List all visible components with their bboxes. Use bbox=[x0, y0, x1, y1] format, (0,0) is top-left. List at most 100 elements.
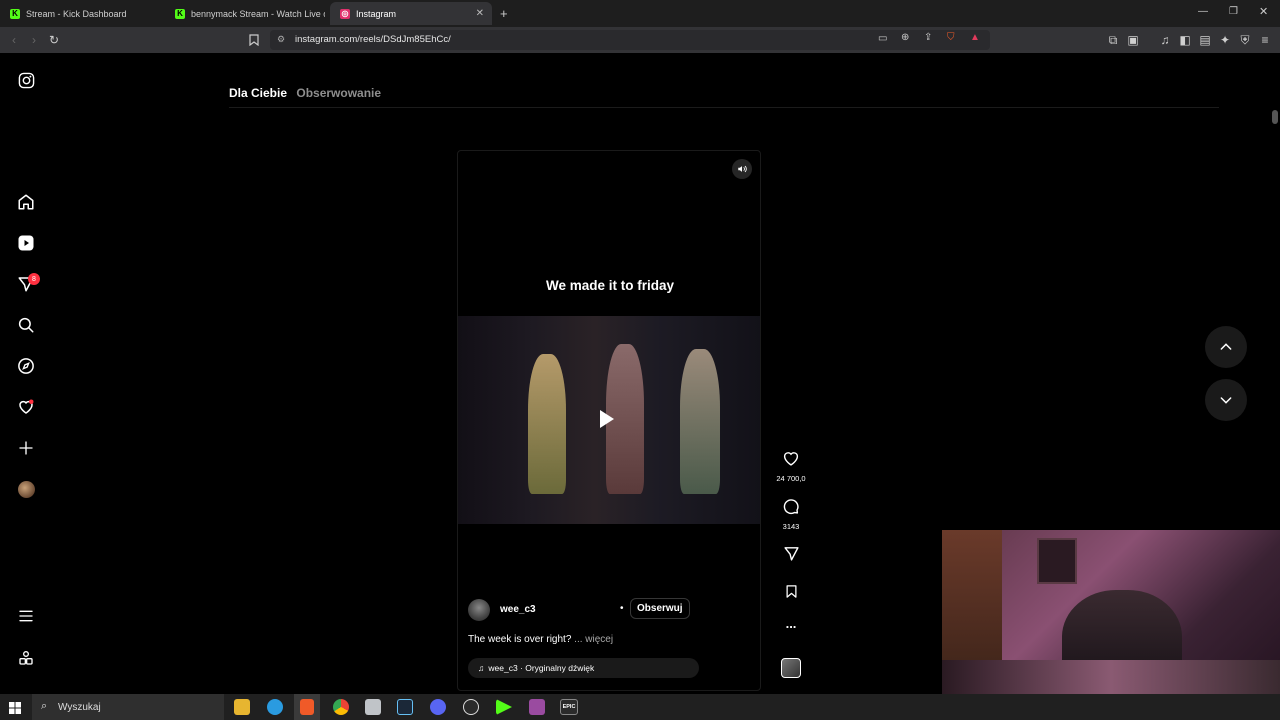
bookmark-save-icon[interactable] bbox=[784, 583, 799, 600]
audio-thumbnail[interactable] bbox=[779, 658, 803, 678]
tab-title: Stream - Kick Dashboard bbox=[26, 8, 127, 19]
notifications-heart-icon[interactable] bbox=[16, 397, 36, 417]
zoom-icon[interactable]: ⊕ bbox=[901, 32, 909, 43]
search-icon: ⌕ bbox=[41, 700, 48, 712]
tab-instagram[interactable]: ◎ Instagram ✕ bbox=[330, 2, 492, 25]
explore-icon[interactable] bbox=[16, 356, 36, 376]
brave-icon bbox=[300, 699, 314, 715]
share-icon[interactable]: ⇪ bbox=[924, 32, 932, 43]
next-reel-button[interactable] bbox=[1205, 379, 1247, 421]
scrollbar[interactable] bbox=[1272, 110, 1278, 124]
brave-rewards-icon[interactable]: ▲ bbox=[970, 32, 980, 43]
minimize-icon[interactable]: — bbox=[1198, 6, 1208, 17]
chevron-up-icon bbox=[1220, 343, 1232, 350]
back-icon[interactable]: ‹ bbox=[6, 32, 22, 48]
volume-icon[interactable] bbox=[732, 159, 752, 179]
reload-icon[interactable]: ↻ bbox=[46, 32, 62, 48]
brave-shield-icon[interactable]: ⛉ bbox=[947, 32, 955, 43]
like-action[interactable]: 24 700,0 bbox=[776, 450, 806, 483]
save-action[interactable] bbox=[779, 583, 803, 605]
reel-description: The week is over right? ... więcej bbox=[468, 634, 613, 645]
windows-start-icon[interactable] bbox=[9, 701, 21, 714]
performer-figure bbox=[528, 354, 566, 494]
url-text[interactable]: instagram.com/reels/DSdJm85EhCc/ bbox=[295, 34, 451, 45]
brave-taskbar-active[interactable] bbox=[294, 694, 320, 720]
author-username[interactable]: wee_c3 bbox=[500, 604, 536, 615]
play-icon[interactable] bbox=[600, 410, 614, 428]
new-tab-button[interactable]: + bbox=[500, 6, 508, 21]
search-icon[interactable] bbox=[16, 315, 36, 335]
performer-figure bbox=[680, 349, 720, 494]
bookmark-icon[interactable] bbox=[246, 32, 262, 48]
extensions-icon[interactable]: ⧉ bbox=[1105, 32, 1121, 48]
reels-icon[interactable] bbox=[16, 233, 36, 253]
close-window-icon[interactable]: ✕ bbox=[1259, 5, 1268, 18]
site-settings-icon[interactable]: ⚙ bbox=[277, 34, 285, 45]
leo-ai-icon[interactable]: ✦ bbox=[1217, 32, 1233, 48]
epic-games-icon[interactable]: EPIC bbox=[560, 699, 578, 715]
cast-icon[interactable]: ▭ bbox=[878, 33, 887, 44]
tab-title: bennymack Stream - Watch Live on K bbox=[191, 8, 325, 19]
comment-action[interactable]: 3143 bbox=[779, 498, 803, 531]
chrome-icon[interactable] bbox=[333, 699, 349, 715]
previous-reel-button[interactable] bbox=[1205, 326, 1247, 368]
heart-icon[interactable] bbox=[782, 450, 800, 467]
browser-toolbar: ‹ › ↻ ⚙ instagram.com/reels/DSdJm85EhCc/… bbox=[0, 27, 1280, 53]
comment-count: 3143 bbox=[782, 522, 800, 531]
browser-tab-bar: K Stream - Kick Dashboard K bennymack St… bbox=[0, 0, 1280, 27]
taskbar-search[interactable]: ⌕ Wyszukaj bbox=[32, 694, 224, 720]
send-icon[interactable] bbox=[783, 545, 800, 562]
screenshot-icon[interactable]: ▣ bbox=[1125, 32, 1141, 48]
notifications-badge: 8 bbox=[28, 273, 40, 285]
wallet-icon[interactable]: ▤ bbox=[1197, 32, 1213, 48]
kick-favicon-icon: K bbox=[175, 8, 185, 19]
tab-for-you[interactable]: Dla Ciebie bbox=[229, 86, 287, 100]
home-icon[interactable] bbox=[16, 192, 36, 212]
reel-video[interactable] bbox=[458, 316, 760, 524]
cam-frame bbox=[1037, 538, 1077, 584]
reel-author-row: wee_c3 • Obserwuj bbox=[468, 598, 748, 621]
media-icon[interactable]: ♫ bbox=[1157, 32, 1173, 48]
forward-icon[interactable]: › bbox=[26, 32, 42, 48]
reel-overlay-text: We made it to friday bbox=[545, 278, 675, 293]
like-count: 24 700,0 bbox=[776, 474, 806, 483]
windows-taskbar: ⌕ Wyszukaj EPIC bbox=[0, 694, 1280, 720]
discord-icon[interactable] bbox=[430, 699, 446, 715]
webcam-overlay bbox=[942, 530, 1280, 694]
author-avatar[interactable] bbox=[468, 599, 490, 621]
cam-desk bbox=[942, 660, 1280, 694]
profile-avatar[interactable] bbox=[16, 479, 36, 499]
app-icon[interactable] bbox=[365, 699, 381, 715]
obs-icon[interactable] bbox=[463, 699, 479, 715]
reel-player[interactable]: We made it to friday wee_c3 • Obserwuj T… bbox=[457, 150, 761, 691]
app-icon[interactable] bbox=[529, 699, 545, 715]
description-text: The week is over right? bbox=[468, 634, 572, 645]
sidebar-icon[interactable]: ◧ bbox=[1177, 32, 1193, 48]
kick-app-icon[interactable] bbox=[496, 699, 512, 715]
more-link[interactable]: ... więcej bbox=[571, 634, 613, 645]
divider bbox=[229, 107, 1219, 108]
create-icon[interactable] bbox=[16, 438, 36, 458]
also-from-meta-icon[interactable] bbox=[16, 648, 36, 668]
restore-icon[interactable]: ❐ bbox=[1229, 6, 1238, 17]
more-menu-icon[interactable] bbox=[16, 606, 36, 626]
menu-icon[interactable]: ≡ bbox=[1257, 32, 1273, 48]
edge-icon[interactable] bbox=[267, 699, 283, 715]
tab-kick-dashboard[interactable]: K Stream - Kick Dashboard bbox=[0, 2, 165, 25]
steam-icon[interactable] bbox=[397, 699, 413, 715]
feed-tabs: Dla Ciebie Obserwowanie bbox=[229, 86, 387, 100]
vpn-icon[interactable]: ⛨ bbox=[1237, 32, 1253, 48]
tab-following[interactable]: Obserwowanie bbox=[296, 86, 381, 100]
audio-cover-icon bbox=[781, 658, 801, 678]
share-action[interactable] bbox=[779, 545, 803, 567]
follow-button[interactable]: Obserwuj bbox=[630, 598, 690, 619]
close-tab-icon[interactable]: ✕ bbox=[476, 8, 484, 19]
music-note-icon: ♫ bbox=[478, 663, 485, 673]
address-bar[interactable]: ⚙ instagram.com/reels/DSdJm85EhCc/ ▭ ⊕ ⇪… bbox=[270, 30, 990, 50]
comment-icon[interactable] bbox=[782, 498, 800, 515]
tab-bennymack-stream[interactable]: K bennymack Stream - Watch Live on K bbox=[165, 2, 325, 25]
file-explorer-icon[interactable] bbox=[234, 699, 250, 715]
more-options-icon[interactable]: ... bbox=[779, 616, 803, 631]
audio-attribution[interactable]: ♫ wee_c3 · Oryginalny dźwięk bbox=[468, 658, 699, 678]
instagram-logo-icon[interactable] bbox=[16, 70, 36, 90]
